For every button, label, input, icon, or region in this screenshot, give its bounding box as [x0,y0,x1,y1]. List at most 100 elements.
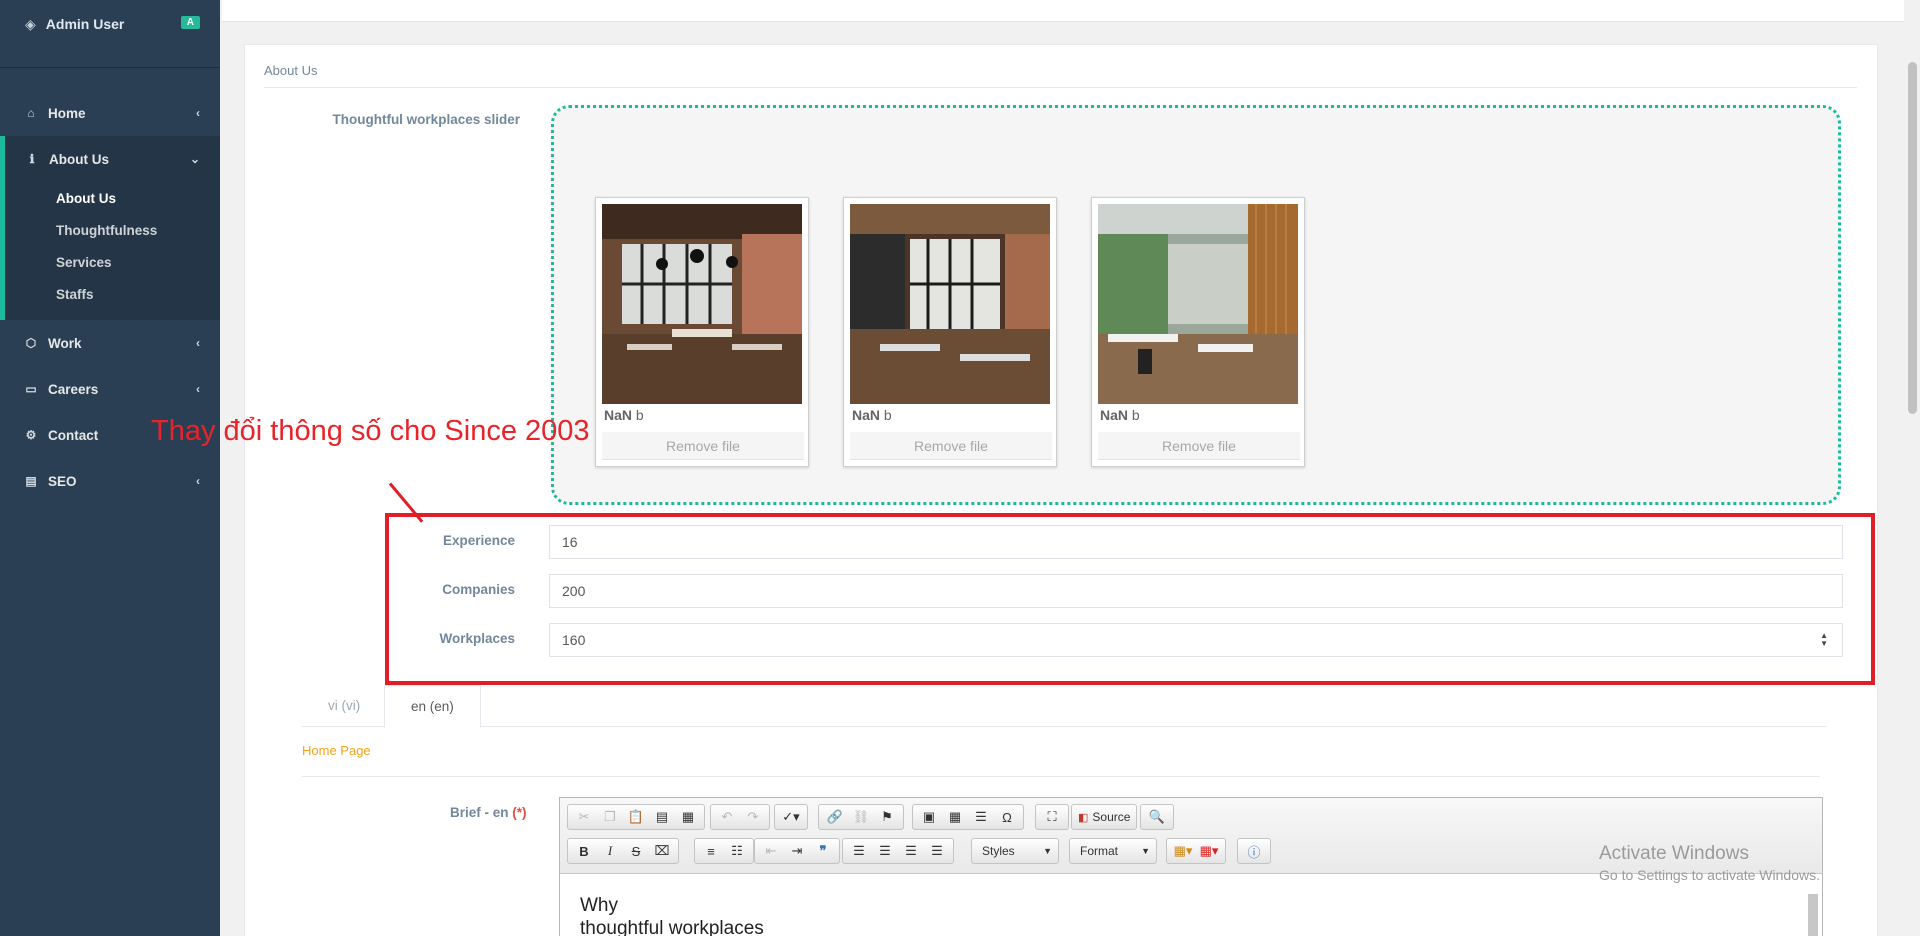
sidebar-item-label: SEO [48,473,77,489]
align-right-icon[interactable]: ☰ [898,843,924,859]
about-group: ⓘ [1237,838,1271,864]
bullet-list-icon[interactable]: ☷ [724,843,750,859]
table-color-icon[interactable]: ▦▾ [1196,843,1222,859]
format-label: Format [1080,844,1119,858]
format-dropdown[interactable]: Format ▼ [1069,838,1157,864]
sidebar-item-label: Work [48,335,82,351]
about-us-submenu: About Us Thoughtfulness Services Staffs [5,182,220,320]
paste-icon[interactable]: 📋 [623,809,649,825]
scrollbar-thumb[interactable] [1908,62,1917,414]
sidebar-item-seo[interactable]: ▤ SEO ‹ [0,458,220,504]
file-size: NaN b [1100,407,1140,423]
info-circle-icon[interactable]: ⓘ [1241,842,1267,861]
submenu-item-services[interactable]: Services [5,246,220,278]
special-char-icon[interactable]: Ω [994,810,1020,825]
strike-icon[interactable]: S [623,844,649,859]
windows-activation-watermark: Activate Windows Go to Settings to activ… [1599,843,1820,883]
align-justify-icon[interactable]: ☰ [924,843,950,859]
align-left-icon[interactable]: ☰ [846,843,872,859]
submenu-item-staffs[interactable]: Staffs [5,278,220,310]
chevron-down-icon: ⌄ [189,152,200,166]
slider-label: Thoughtful workplaces slider [332,112,520,127]
tab-en[interactable]: en (en) [384,685,481,728]
user-name: Admin User [45,16,125,32]
preview-group: 🔍 [1140,804,1174,830]
top-navbar [222,0,1904,22]
remove-format-icon[interactable]: ⌧ [649,843,675,859]
styles-dropdown[interactable]: Styles ▼ [971,838,1059,864]
link-icon[interactable]: 🔗 [822,809,848,825]
unlink-icon[interactable]: ⛓ [848,809,874,825]
italic-icon[interactable]: I [597,843,623,859]
clipboard-group: ✂ ❐ 📋 ▤ ▦ [567,804,705,830]
file-size: NaN b [604,407,644,423]
id-card-icon: ▭ [25,382,37,396]
blockquote-icon[interactable]: ❞ [810,843,836,859]
remove-file-button[interactable]: Remove file [850,432,1052,460]
source-label: Source [1092,810,1131,824]
anchor-icon[interactable]: ⚑ [874,809,900,825]
sidebar-group-about-us: ℹ About Us ⌄ About Us Thoughtfulness Ser… [0,136,220,320]
insert-group: ▣ ▦ ☰ Ω [912,804,1024,830]
about-us-panel: About Us Thoughtful workplaces slider Na… [151,44,1878,936]
language-tabs: vi (vi) en (en) [302,685,1826,728]
spellcheck-icon[interactable]: ✓▾ [778,809,804,825]
submenu-item-about-us[interactable]: About Us [5,182,220,214]
text-color-icon[interactable]: ▦▾ [1170,843,1196,859]
spellcheck-group: ✓▾ [774,804,808,830]
indent-group: ⇤ ⇥ ❞ [754,838,840,864]
content-line: thoughtful workplaces [580,918,764,936]
undo-icon[interactable]: ↶ [714,809,740,825]
indent-icon[interactable]: ⇥ [784,843,810,859]
list-group: ≡ ☷ [694,838,754,864]
chevron-left-icon: ‹ [196,336,200,350]
workplace-image [1098,204,1298,404]
remove-file-button[interactable]: Remove file [1098,432,1300,460]
tab-vi[interactable]: vi (vi) [302,685,386,727]
image-icon[interactable]: ▣ [916,809,942,825]
sidebar-item-home[interactable]: ⌂ Home ‹ [0,90,220,136]
styles-label: Styles [982,844,1015,858]
numbered-list-icon[interactable]: ≡ [698,844,724,859]
paste-text-icon[interactable]: ▤ [649,809,675,825]
color-group: ▦▾ ▦▾ [1166,838,1226,864]
chevron-left-icon: ‹ [196,382,200,396]
horizontal-line-icon[interactable]: ☰ [968,809,994,825]
sidebar-item-work[interactable]: ⬡ Work ‹ [0,320,220,366]
table-icon[interactable]: ▦ [942,809,968,825]
info-icon: ℹ [29,152,35,166]
brief-label: Brief - en (*) [450,805,527,820]
diamond-icon: ◈ [25,16,36,32]
preview-icon[interactable]: 🔍 [1144,809,1170,825]
sidebar-item-about-us[interactable]: ℹ About Us ⌄ [5,136,220,182]
sidebar-item-label: Contact [48,427,99,443]
submenu-item-thoughtfulness[interactable]: Thoughtfulness [5,214,220,246]
format-group: B I S ⌧ [567,838,679,864]
redo-icon[interactable]: ↷ [740,809,766,825]
divider [264,87,1857,88]
cut-icon[interactable]: ✂ [571,809,597,825]
paste-word-icon[interactable]: ▦ [675,809,701,825]
watermark-title: Activate Windows [1599,843,1749,864]
copy-icon[interactable]: ❐ [597,809,623,825]
outdent-icon[interactable]: ⇤ [758,843,784,859]
editor-content[interactable]: Why thoughtful workplaces [560,874,1822,936]
page-scrollbar[interactable] [1904,0,1920,936]
file-preview: NaN b Remove file [843,197,1057,467]
bold-icon[interactable]: B [571,844,597,859]
home-page-link[interactable]: Home Page [302,743,371,758]
image-dropzone[interactable]: NaN b Remove file NaN b Remove file NaN … [551,105,1841,505]
user-profile[interactable]: ◈ Admin User A [0,0,220,68]
link-group: 🔗 ⛓ ⚑ [818,804,904,830]
maximize-group: ⛶ [1035,804,1069,830]
user-badge: A [180,16,200,29]
annotation-highlight-box [385,513,1875,685]
maximize-icon[interactable]: ⛶ [1039,809,1065,825]
editor-scrollbar[interactable] [1808,894,1818,936]
sidebar-item-label: Careers [48,381,99,397]
sidebar-item-careers[interactable]: ▭ Careers ‹ [0,366,220,412]
sidebar-item-label: About Us [49,151,109,167]
remove-file-button[interactable]: Remove file [602,432,804,460]
source-button[interactable]: ◧ Source [1071,804,1138,830]
align-center-icon[interactable]: ☰ [872,843,898,859]
